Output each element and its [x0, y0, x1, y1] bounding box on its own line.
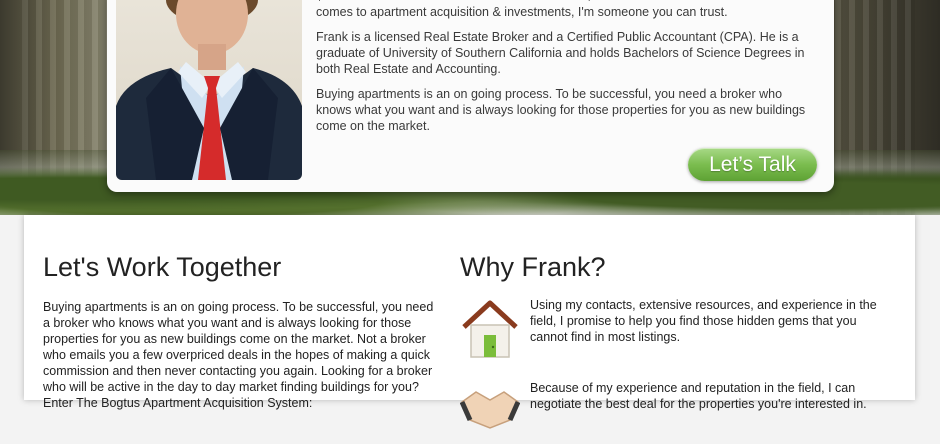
bio-text: $200 million worth of real estate and ob… — [316, 0, 816, 143]
work-together-text: Buying apartments is an on going process… — [43, 300, 434, 410]
bio-paragraph: $200 million worth of real estate and ob… — [316, 0, 816, 19]
lets-talk-button[interactable]: Let’s Talk — [688, 148, 817, 181]
bio-paragraph: Frank is a licensed Real Estate Broker a… — [316, 30, 805, 76]
hero-banner: $200 million worth of real estate and ob… — [0, 0, 940, 215]
house-icon — [462, 300, 518, 358]
why-frank-heading: Why Frank? — [460, 252, 606, 282]
why-item-text: Because of my experience and reputation … — [530, 381, 867, 411]
content-panel: Let's Work Together Buying apartments is… — [24, 215, 915, 429]
handshake-icon — [460, 391, 520, 429]
why-frank-section: Why Frank? Using my contacts, extensive … — [460, 251, 890, 429]
work-together-section: Let's Work Together Buying apartments is… — [43, 251, 438, 411]
work-together-heading: Let's Work Together — [43, 252, 282, 282]
agent-portrait-image — [116, 0, 302, 180]
bio-card: $200 million worth of real estate and ob… — [107, 0, 834, 192]
agent-portrait — [116, 0, 302, 180]
bio-paragraph: Buying apartments is an on going process… — [316, 87, 806, 133]
why-item-text: Using my contacts, extensive resources, … — [530, 298, 877, 344]
